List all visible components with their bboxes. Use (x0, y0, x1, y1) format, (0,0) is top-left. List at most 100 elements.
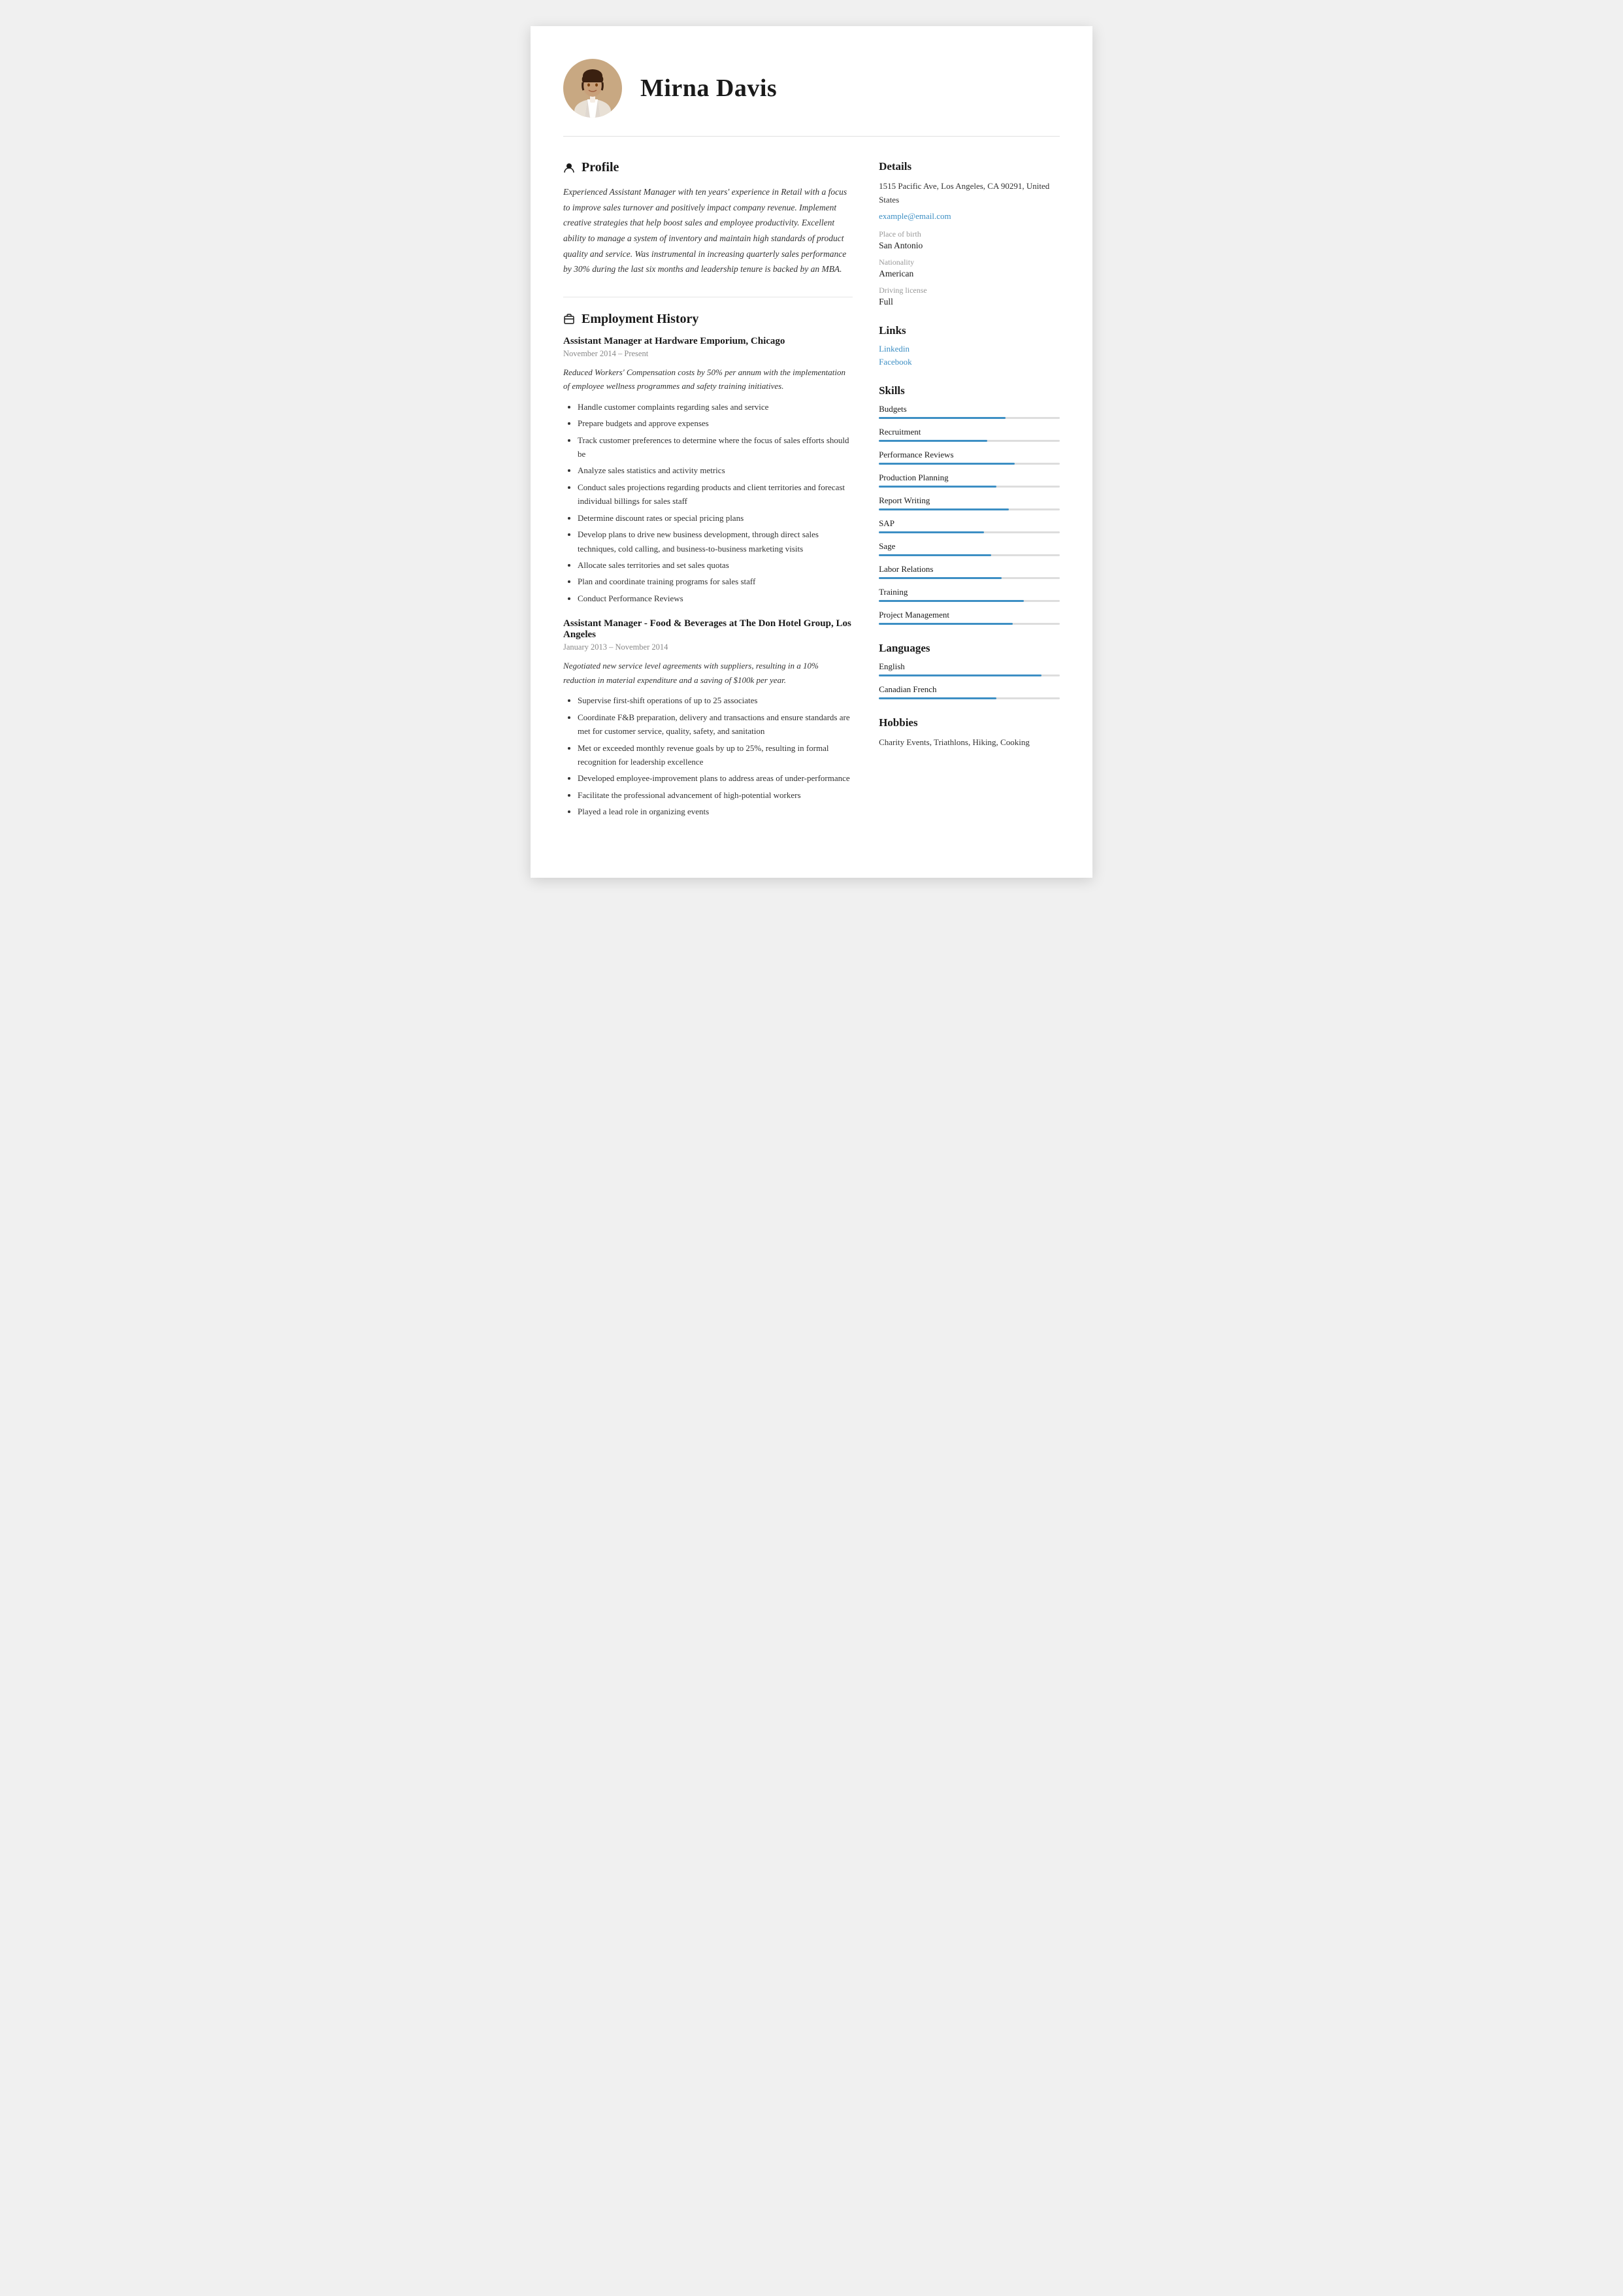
skill-name: Sage (879, 541, 1060, 552)
list-item: Supervise first-shift operations of up t… (578, 693, 853, 707)
lang-item: Canadian French (879, 684, 1060, 699)
skill-bar-fill (879, 486, 996, 488)
header-name-container: Mirna Davis (640, 74, 777, 103)
job-2-bullets: Supervise first-shift operations of up t… (563, 693, 853, 819)
driving-value: Full (879, 297, 1060, 307)
languages-section-title: Languages (879, 642, 1060, 655)
details-section-title: Details (879, 160, 1060, 173)
resume-card: Mirna Davis Profile Experienced Assistan… (531, 26, 1092, 878)
skills-section: Skills Budgets Recruitment Performance R… (879, 384, 1060, 625)
employment-section: Employment History Assistant Manager at … (563, 312, 853, 819)
skill-bar-bg (879, 486, 1060, 488)
lang-bar-fill (879, 697, 996, 699)
place-of-birth-label: Place of birth (879, 229, 1060, 239)
profile-section-title: Profile (563, 160, 853, 175)
skill-name: Project Management (879, 610, 1060, 620)
list-item: Track customer preferences to determine … (578, 433, 853, 461)
nationality-value: American (879, 269, 1060, 279)
link-item[interactable]: Facebook (879, 357, 1060, 367)
skill-bar-bg (879, 623, 1060, 625)
skill-bar-fill (879, 463, 1015, 465)
skill-name: Labor Relations (879, 564, 1060, 574)
list-item: Prepare budgets and approve expenses (578, 416, 853, 430)
driving-label: Driving license (879, 286, 1060, 295)
job-1-summary: Reduced Workers' Compensation costs by 5… (563, 365, 853, 393)
languages-list: English Canadian French (879, 661, 1060, 699)
skill-name: SAP (879, 518, 1060, 529)
lang-bar-bg (879, 674, 1060, 676)
profile-icon (563, 162, 575, 174)
skill-bar-fill (879, 623, 1013, 625)
details-section: Details 1515 Pacific Ave, Los Angeles, C… (879, 160, 1060, 307)
skill-name: Production Planning (879, 473, 1060, 483)
skill-bar-bg (879, 600, 1060, 602)
list-item: Allocate sales territories and set sales… (578, 558, 853, 572)
links-section: Links Linkedin Facebook (879, 324, 1060, 367)
list-item: Conduct Performance Reviews (578, 591, 853, 605)
list-item: Determine discount rates or special pric… (578, 511, 853, 525)
skill-item: Project Management (879, 610, 1060, 625)
skill-bar-bg (879, 554, 1060, 556)
skill-item: Labor Relations (879, 564, 1060, 579)
avatar (563, 59, 622, 118)
lang-name: Canadian French (879, 684, 1060, 695)
list-item: Plan and coordinate training programs fo… (578, 574, 853, 588)
place-of-birth-value: San Antonio (879, 241, 1060, 251)
list-item: Analyze sales statistics and activity me… (578, 463, 853, 477)
job-1-dates: November 2014 – Present (563, 349, 853, 359)
hobbies-text: Charity Events, Triathlons, Hiking, Cook… (879, 736, 1060, 750)
skill-item: Sage (879, 541, 1060, 556)
body-layout: Profile Experienced Assistant Manager wi… (563, 160, 1060, 839)
nationality-label: Nationality (879, 258, 1060, 267)
link-item[interactable]: Linkedin (879, 344, 1060, 354)
skill-bar-bg (879, 531, 1060, 533)
skill-bar-bg (879, 440, 1060, 442)
skill-bar-bg (879, 463, 1060, 465)
languages-section: Languages English Canadian French (879, 642, 1060, 699)
header-section: Mirna Davis (563, 59, 1060, 137)
list-item: Conduct sales projections regarding prod… (578, 480, 853, 508)
avatar-silhouette-icon (570, 65, 615, 118)
skill-item: Recruitment (879, 427, 1060, 442)
list-item: Played a lead role in organizing events (578, 805, 853, 818)
employment-section-title: Employment History (563, 312, 853, 327)
skill-bar-bg (879, 417, 1060, 419)
list-item: Facilitate the professional advancement … (578, 788, 853, 802)
list-item: Develop plans to drive new business deve… (578, 527, 853, 556)
right-column: Details 1515 Pacific Ave, Los Angeles, C… (879, 160, 1060, 839)
skill-name: Recruitment (879, 427, 1060, 437)
list-item: Developed employee-improvement plans to … (578, 771, 853, 785)
skills-list: Budgets Recruitment Performance Reviews … (879, 404, 1060, 625)
job-1: Assistant Manager at Hardware Emporium, … (563, 336, 853, 606)
left-column: Profile Experienced Assistant Manager wi… (563, 160, 853, 839)
skill-bar-fill (879, 600, 1024, 602)
skill-bar-bg (879, 508, 1060, 510)
skill-item: Budgets (879, 404, 1060, 419)
job-1-bullets: Handle customer complaints regarding sal… (563, 400, 853, 606)
skill-name: Training (879, 587, 1060, 597)
profile-text: Experienced Assistant Manager with ten y… (563, 184, 853, 277)
lang-bar-bg (879, 697, 1060, 699)
skill-item: Performance Reviews (879, 450, 1060, 465)
detail-address: 1515 Pacific Ave, Los Angeles, CA 90291,… (879, 180, 1060, 207)
employment-icon (563, 313, 575, 325)
list-item: Handle customer complaints regarding sal… (578, 400, 853, 414)
skill-item: Report Writing (879, 495, 1060, 510)
lang-item: English (879, 661, 1060, 676)
skill-bar-fill (879, 417, 1006, 419)
lang-bar-fill (879, 674, 1041, 676)
hobbies-section-title: Hobbies (879, 716, 1060, 729)
skill-bar-fill (879, 508, 1009, 510)
skill-name: Budgets (879, 404, 1060, 414)
list-item: Coordinate F&B preparation, delivery and… (578, 710, 853, 739)
links-section-title: Links (879, 324, 1060, 337)
job-1-title: Assistant Manager at Hardware Emporium, … (563, 336, 853, 347)
skill-item: Training (879, 587, 1060, 602)
list-item: Met or exceeded monthly revenue goals by… (578, 741, 853, 769)
job-2-summary: Negotiated new service level agreements … (563, 659, 853, 687)
profile-section: Profile Experienced Assistant Manager wi… (563, 160, 853, 277)
skill-bar-fill (879, 554, 991, 556)
hobbies-section: Hobbies Charity Events, Triathlons, Hiki… (879, 716, 1060, 750)
job-2: Assistant Manager - Food & Beverages at … (563, 618, 853, 818)
links-list: Linkedin Facebook (879, 344, 1060, 367)
